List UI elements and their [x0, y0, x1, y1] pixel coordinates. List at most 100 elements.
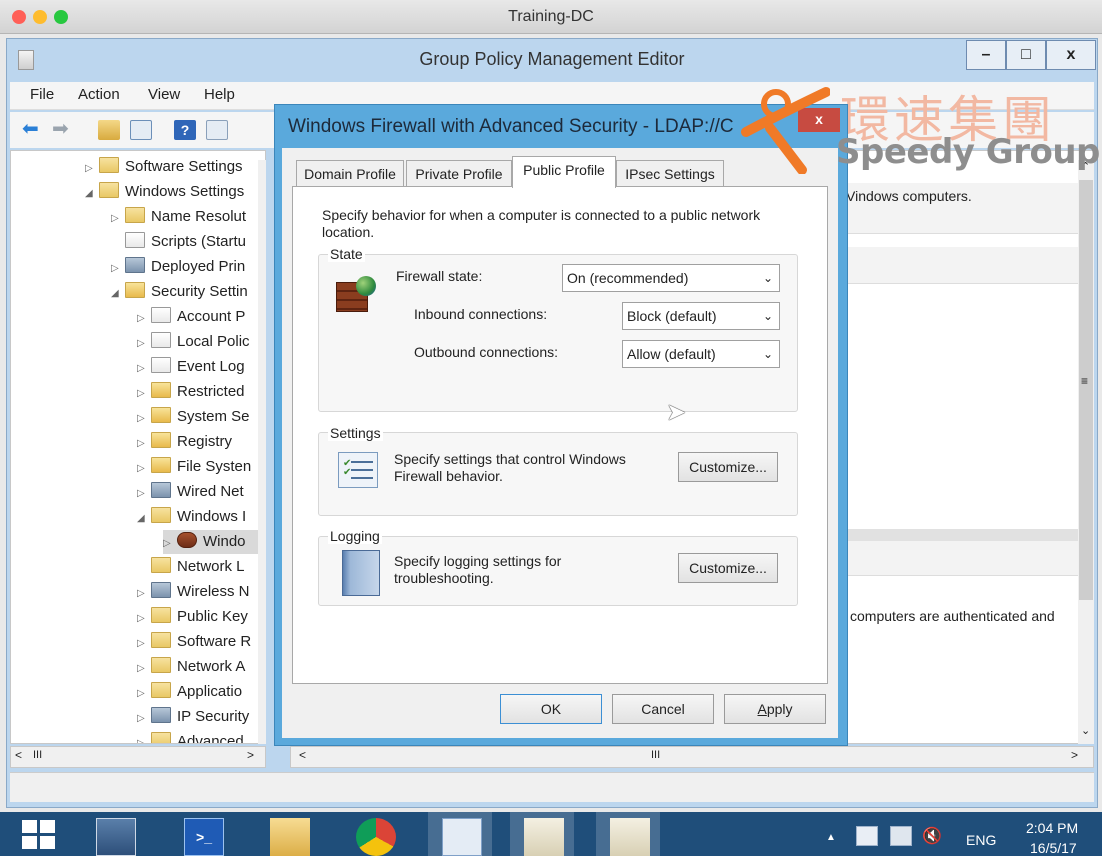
gpo-editor-icon[interactable]: [524, 818, 564, 856]
tree-item[interactable]: ▷ Network A: [137, 655, 245, 679]
forward-arrow-icon[interactable]: ➡: [52, 119, 74, 140]
language-indicator[interactable]: ENG: [966, 832, 996, 848]
tree-expander-icon[interactable]: ▷: [137, 707, 151, 731]
tree-expander-icon[interactable]: ▷: [163, 532, 177, 556]
tree-expander-icon[interactable]: ▷: [137, 632, 151, 656]
tree-item[interactable]: ▷ System Se: [137, 405, 250, 429]
tree-item[interactable]: ▷ Windo: [163, 530, 265, 556]
tree-expander-icon[interactable]: ◢: [111, 282, 125, 306]
menu-file[interactable]: File: [30, 86, 54, 103]
tree-expander-icon[interactable]: ▷: [111, 207, 125, 231]
chevron-down-icon: ⌄: [762, 309, 773, 323]
network-icon[interactable]: [890, 826, 912, 846]
tree-item[interactable]: ▷ Name Resolut: [111, 205, 246, 229]
restore-button[interactable]: □: [1006, 40, 1046, 70]
tree-expander-icon[interactable]: ▷: [137, 407, 151, 431]
tree-item[interactable]: ▷ Event Log: [137, 355, 245, 379]
tree-item[interactable]: ▷ Software Settings: [85, 155, 243, 179]
tree-expander-icon[interactable]: ▷: [137, 432, 151, 456]
details-horizontal-scrollbar[interactable]: < III >: [290, 746, 1094, 768]
right-pane-text-1: Vindows computers.: [846, 188, 972, 204]
logging-customize-button[interactable]: Customize...: [678, 553, 778, 583]
volume-muted-icon[interactable]: 🔇: [922, 826, 944, 846]
tree-item[interactable]: ▷ IP Security: [137, 705, 249, 729]
action-center-icon[interactable]: [856, 826, 878, 846]
tree-expander-icon[interactable]: ◢: [85, 182, 99, 206]
up-folder-icon[interactable]: [98, 120, 120, 140]
close-button[interactable]: x: [1046, 40, 1096, 70]
tray-expand-icon[interactable]: ▲: [826, 832, 836, 843]
tree-horizontal-scrollbar[interactable]: < III >: [10, 746, 266, 768]
scroll-left-icon[interactable]: <: [299, 748, 306, 762]
clock-time[interactable]: 2:04 PM: [1026, 820, 1078, 836]
details-vertical-scrollbar[interactable]: ⌃ ≡ ⌄: [1078, 160, 1094, 744]
tree-expander-icon[interactable]: ▷: [137, 482, 151, 506]
tree-item[interactable]: ▷ Advanced: [137, 730, 244, 743]
tree-expander-icon[interactable]: ▷: [137, 357, 151, 381]
show-hide-tree-icon[interactable]: [130, 120, 152, 140]
tree-vscroll[interactable]: [258, 160, 266, 744]
tree-expander-icon[interactable]: ▷: [137, 332, 151, 356]
start-button[interactable]: [22, 820, 56, 850]
tab-public-profile[interactable]: Public Profile: [512, 156, 616, 188]
tree-item[interactable]: Scripts (Startu: [111, 230, 246, 254]
inbound-connections-select[interactable]: Block (default) ⌄: [622, 302, 780, 330]
minimize-button[interactable]: –: [966, 40, 1006, 70]
tree-item[interactable]: ◢ Windows I: [137, 505, 246, 529]
tree-expander-icon[interactable]: ▷: [137, 457, 151, 481]
outbound-connections-select[interactable]: Allow (default) ⌄: [622, 340, 780, 368]
ok-button[interactable]: OK: [500, 694, 602, 724]
scroll-right-icon[interactable]: >: [247, 748, 254, 762]
tab-ipsec-settings[interactable]: IPsec Settings: [616, 160, 724, 186]
tree-item[interactable]: ▷ Account P: [137, 305, 245, 329]
tree-item[interactable]: ▷ Local Polic: [137, 330, 250, 354]
menu-action[interactable]: Action: [78, 86, 120, 103]
menu-view[interactable]: View: [148, 86, 180, 103]
tree-item[interactable]: ▷ Wireless N: [137, 580, 250, 604]
tab-private-profile[interactable]: Private Profile: [406, 160, 512, 186]
tree-item[interactable]: ▷ Restricted: [137, 380, 245, 404]
tree-item[interactable]: ▷ Public Key: [137, 605, 248, 629]
menu-help[interactable]: Help: [204, 86, 235, 103]
scroll-thumb[interactable]: III: [651, 749, 660, 761]
tree-expander-icon[interactable]: ▷: [137, 382, 151, 406]
tree-expander-icon[interactable]: ◢: [137, 507, 151, 531]
tab-domain-profile[interactable]: Domain Profile: [296, 160, 404, 186]
tree-item[interactable]: ▷ Wired Net: [137, 480, 244, 504]
back-arrow-icon[interactable]: ⬅: [22, 119, 44, 140]
group-policy-management-icon[interactable]: [442, 818, 482, 856]
tree-expander-icon[interactable]: ▷: [137, 307, 151, 331]
tree-expander-icon[interactable]: ▷: [111, 257, 125, 281]
tree-expander-icon[interactable]: ▷: [137, 682, 151, 706]
scroll-right-icon[interactable]: >: [1071, 748, 1078, 762]
scroll-thumb[interactable]: III: [33, 749, 42, 761]
tree-item[interactable]: ▷ File Systen: [137, 455, 251, 479]
scroll-down-icon[interactable]: ⌄: [1081, 724, 1090, 737]
tree-expander-icon[interactable]: ▷: [137, 657, 151, 681]
tree-expander-icon[interactable]: ▷: [137, 732, 151, 743]
clock-date[interactable]: 16/5/17: [1030, 840, 1077, 856]
tree-item[interactable]: ▷ Registry: [137, 430, 232, 454]
server-manager-icon[interactable]: [96, 818, 136, 856]
scroll-thumb[interactable]: [1079, 180, 1093, 600]
tree-item[interactable]: ◢ Security Settin: [111, 280, 248, 304]
help-icon[interactable]: ?: [174, 120, 196, 140]
firewall-state-select[interactable]: On (recommended) ⌄: [562, 264, 780, 292]
tree-item[interactable]: ▷ Applicatio: [137, 680, 242, 704]
settings-customize-button[interactable]: Customize...: [678, 452, 778, 482]
chrome-icon[interactable]: [356, 818, 396, 856]
tree-expander-icon[interactable]: ▷: [137, 607, 151, 631]
tree-item[interactable]: ▷ Software R: [137, 630, 251, 654]
document-icon[interactable]: [610, 818, 650, 856]
apply-button[interactable]: Apply: [724, 694, 826, 724]
tree-item[interactable]: ◢ Windows Settings: [85, 180, 244, 204]
tree-expander-icon[interactable]: ▷: [137, 582, 151, 606]
scroll-left-icon[interactable]: <: [15, 748, 22, 762]
tree-expander-icon[interactable]: ▷: [85, 157, 99, 181]
cancel-button[interactable]: Cancel: [612, 694, 714, 724]
powershell-icon[interactable]: >_: [184, 818, 224, 856]
properties-icon[interactable]: [206, 120, 228, 140]
file-explorer-icon[interactable]: [270, 818, 310, 856]
tree-item[interactable]: Network L: [137, 555, 245, 579]
tree-item[interactable]: ▷ Deployed Prin: [111, 255, 245, 279]
